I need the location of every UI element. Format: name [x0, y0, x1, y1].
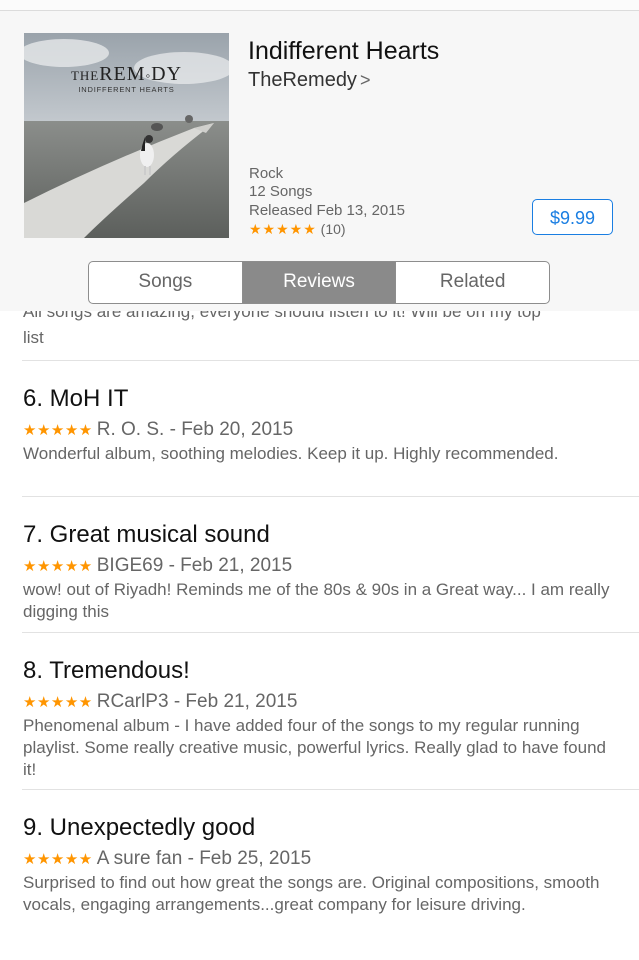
review-stars-icon: ★★★★★ — [23, 694, 93, 711]
album-release-date: Released Feb 13, 2015 — [249, 202, 405, 219]
tab-reviews[interactable]: Reviews — [242, 262, 397, 303]
review-title: 6. MoH IT — [23, 385, 129, 412]
divider — [22, 360, 639, 361]
review-title: 7. Great musical sound — [23, 521, 270, 548]
divider — [22, 632, 639, 633]
partial-review-text-end: list — [23, 328, 44, 347]
section-tabs: Songs Reviews Related — [88, 261, 550, 304]
rating-stars-icon: ★★★★★ — [249, 221, 317, 237]
review-author-date: R. O. S. - Feb 20, 2015 — [96, 419, 294, 440]
chevron-right-icon: > — [359, 70, 371, 90]
review-stars-icon: ★★★★★ — [23, 422, 93, 439]
buy-price-button[interactable]: $9.99 — [532, 199, 613, 235]
review-byline: ★★★★★ R. O. S. - Feb 20, 2015 — [23, 419, 623, 441]
review-item: 7. Great musical sound ★★★★★ BIGE69 - Feb… — [23, 521, 623, 623]
album-artwork[interactable]: THEREM◦DY INDIFFERENT HEARTS — [24, 33, 229, 238]
artwork-band-logo: THEREM◦DY — [70, 63, 183, 85]
album-header: THEREM◦DY INDIFFERENT HEARTS Indifferent… — [0, 11, 639, 311]
review-author-date: A sure fan - Feb 25, 2015 — [96, 848, 312, 869]
review-body: wow! out of Riyadh! Reminds me of the 80… — [23, 580, 610, 621]
artist-link[interactable]: TheRemedy > — [248, 69, 370, 92]
partial-review-text: All songs are amazing, everyone should l… — [23, 311, 541, 321]
tab-songs[interactable]: Songs — [89, 262, 243, 303]
review-body: Wonderful album, soothing melodies. Keep… — [23, 444, 559, 463]
review-stars-icon: ★★★★★ — [23, 558, 93, 575]
divider — [22, 496, 639, 497]
reviews-list[interactable]: All songs are amazing, everyone should l… — [0, 311, 639, 960]
review-body: Phenomenal album - I have added four of … — [23, 716, 606, 779]
review-item: 6. MoH IT ★★★★★ R. O. S. - Feb 20, 2015 W… — [23, 385, 623, 465]
divider — [22, 789, 639, 790]
rating-count: (10) — [320, 221, 346, 237]
tab-related[interactable]: Related — [396, 262, 549, 303]
review-item: 8. Tremendous! ★★★★★ RCarlP3 - Feb 21, 20… — [23, 657, 623, 781]
artist-name: TheRemedy — [248, 69, 357, 91]
review-stars-icon: ★★★★★ — [23, 851, 93, 868]
album-song-count: 12 Songs — [249, 183, 313, 200]
review-author-date: RCarlP3 - Feb 21, 2015 — [96, 691, 298, 712]
review-title: 9. Unexpectedly good — [23, 814, 256, 841]
review-byline: ★★★★★ RCarlP3 - Feb 21, 2015 — [23, 691, 623, 713]
review-byline: ★★★★★ A sure fan - Feb 25, 2015 — [23, 848, 623, 870]
review-author-date: BIGE69 - Feb 21, 2015 — [96, 555, 293, 576]
status-bar-strip — [0, 0, 639, 11]
review-title: 8. Tremendous! — [23, 657, 190, 684]
review-body: Surprised to find out how great the song… — [23, 873, 600, 914]
review-item: 9. Unexpectedly good ★★★★★ A sure fan - F… — [23, 814, 623, 916]
album-title: Indifferent Hearts — [248, 37, 440, 65]
album-genre: Rock — [249, 165, 284, 182]
artwork-album-subtitle: INDIFFERENT HEARTS — [78, 85, 175, 94]
album-rating: ★★★★★ (10) — [249, 221, 346, 238]
review-byline: ★★★★★ BIGE69 - Feb 21, 2015 — [23, 555, 623, 577]
